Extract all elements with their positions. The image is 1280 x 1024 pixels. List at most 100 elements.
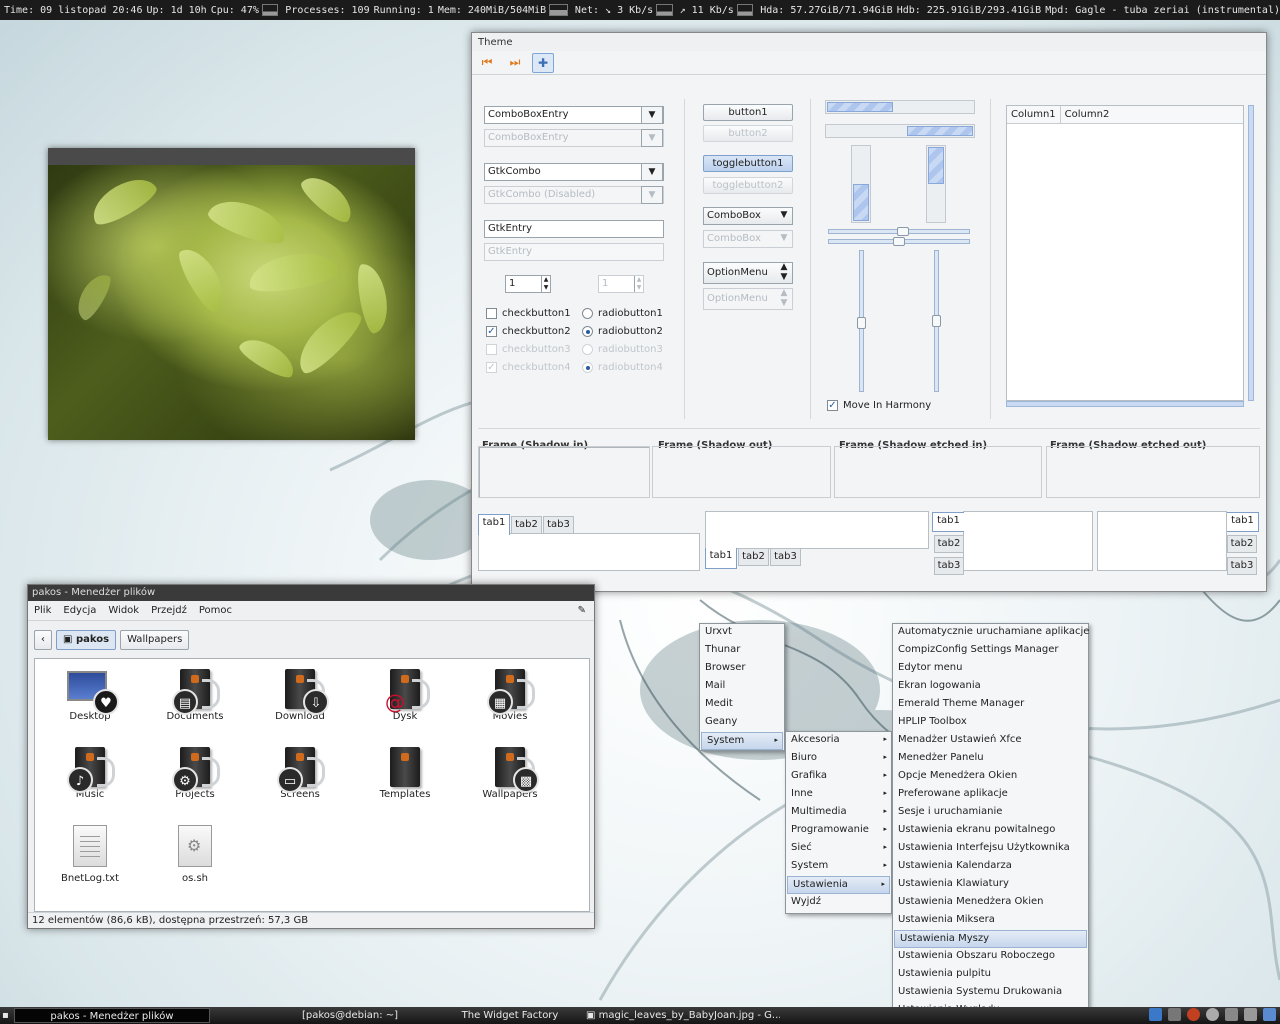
spin-arrows-icon[interactable]: ▲ ▼: [541, 276, 550, 292]
menu-item-settings[interactable]: Automatycznie uruchamiane aplikacje: [893, 624, 1089, 642]
file-item-bnetlog[interactable]: BnetLog.txt: [40, 825, 140, 884]
file-item-dysk[interactable]: @ Dysk: [355, 667, 455, 722]
file-item-screens[interactable]: ▭ Screens: [250, 745, 350, 800]
vscale-2[interactable]: [932, 250, 941, 392]
menu-pomoc[interactable]: Pomoc: [199, 605, 232, 616]
menu-item-settings[interactable]: Ustawienia Obszaru Roboczego: [893, 948, 1088, 966]
tab3[interactable]: tab3: [770, 548, 801, 566]
menu-item-settings[interactable]: Emerald Theme Manager: [893, 696, 1088, 714]
radiobutton2[interactable]: radiobutton2: [582, 326, 663, 337]
plus-icon[interactable]: ✚: [532, 52, 554, 73]
file-manager-titlebar[interactable]: pakos - Menedżer plików: [28, 585, 594, 601]
widget-factory-window[interactable]: Theme ⏮ ⏭ ✚ ComboBoxEntry ▼ ComboBoxEntry…: [471, 32, 1267, 592]
button1[interactable]: button1: [703, 104, 793, 121]
tab1[interactable]: tab1: [1227, 512, 1259, 532]
gtk-entry[interactable]: GtkEntry: [484, 220, 664, 238]
task-widget-factory[interactable]: The Widget Factory: [440, 1008, 580, 1023]
disc-icon[interactable]: [1206, 1008, 1219, 1021]
menu-item-geany[interactable]: Geany: [700, 714, 784, 732]
theme-menu-title[interactable]: Theme: [472, 33, 1266, 51]
hscale-2[interactable]: [828, 237, 970, 246]
menu-item-settings[interactable]: Sesje i uruchamianie: [893, 804, 1088, 822]
menu-item-settings[interactable]: Ustawienia Miksera: [893, 912, 1088, 930]
menu-item-settings[interactable]: Menadżer Ustawień Xfce: [893, 732, 1088, 750]
path-pakos[interactable]: ▣ pakos: [56, 630, 117, 650]
column2-header[interactable]: Column2: [1061, 106, 1114, 123]
image-viewer-window[interactable]: [48, 148, 415, 440]
menu-plik[interactable]: Plik: [34, 605, 51, 616]
menu-item-settings[interactable]: Ustawienia Klawiatury: [893, 876, 1088, 894]
chevron-down-icon[interactable]: ▼: [641, 106, 663, 124]
slider-handle[interactable]: [893, 237, 905, 246]
tab2[interactable]: tab2: [1227, 535, 1257, 553]
menu-item-settings[interactable]: HPLIP Toolbox: [893, 714, 1088, 732]
menu-item-grafika[interactable]: Grafika ▸: [786, 768, 891, 786]
menu-item-wyjdz[interactable]: Wyjdź: [786, 894, 891, 912]
menu-item-thunar[interactable]: Thunar: [700, 642, 784, 660]
tab3[interactable]: tab3: [934, 557, 964, 575]
radio-selected-icon[interactable]: [582, 326, 593, 337]
vertical-scrollbar[interactable]: [1248, 105, 1254, 401]
tree-view[interactable]: Column1 Column2: [1006, 105, 1244, 401]
tab1[interactable]: tab1: [932, 512, 964, 532]
chevron-down-icon[interactable]: ▼: [776, 207, 792, 225]
menu-przejdz[interactable]: Przejdź: [151, 605, 187, 616]
keyboard-icon[interactable]: [1225, 1008, 1238, 1021]
spin-button[interactable]: 1 ▲ ▼: [505, 275, 551, 293]
menu-item-settings[interactable]: Ustawienia Myszy: [894, 930, 1087, 948]
menu-item-settings[interactable]: Ustawienia pulpitu: [893, 966, 1088, 984]
menu-item-settings[interactable]: Ustawienia Kalendarza: [893, 858, 1088, 876]
menu-item-settings[interactable]: Ustawienia Interfejsu Użytkownika: [893, 840, 1088, 858]
vscale-1[interactable]: [857, 250, 866, 392]
menu-item-medit[interactable]: Medit: [700, 696, 784, 714]
file-item-documents[interactable]: ▤ Documents: [145, 667, 245, 722]
file-item-download[interactable]: ⇩ Download: [250, 667, 350, 722]
file-icon-view[interactable]: ♥ Desktop ▤ Documents ⇩ Download @ Dysk …: [34, 658, 590, 912]
menu-item-settings[interactable]: Ustawienia Systemu Drukowania: [893, 984, 1088, 1002]
file-manager-window[interactable]: pakos - Menedżer plików Plik Edycja Wido…: [27, 584, 595, 929]
chevron-down-icon[interactable]: ▼: [641, 163, 663, 181]
desktop-switcher-icon[interactable]: ▪: [0, 1008, 14, 1023]
column1-header[interactable]: Column1: [1007, 106, 1061, 123]
checkbox-checked-icon[interactable]: ✓: [827, 400, 838, 411]
tab1[interactable]: tab1: [478, 514, 510, 535]
tab3[interactable]: tab3: [1227, 557, 1257, 575]
tab3[interactable]: tab3: [543, 516, 574, 534]
move-in-harmony-check[interactable]: ✓ Move In Harmony: [827, 400, 931, 411]
task-file-manager[interactable]: pakos - Menedżer plików: [14, 1008, 210, 1023]
file-item-wallpapers[interactable]: ▩ Wallpapers: [460, 745, 560, 800]
checkbox-checked-icon[interactable]: ✓: [486, 326, 497, 337]
horizontal-scrollbar[interactable]: [1006, 401, 1244, 407]
update-icon[interactable]: [1263, 1008, 1276, 1021]
menu-item-mail[interactable]: Mail: [700, 678, 784, 696]
menu-item-settings[interactable]: Ekran logowania: [893, 678, 1088, 696]
menu-item-siec[interactable]: Sieć ▸: [786, 840, 891, 858]
last-icon[interactable]: ⏭: [504, 53, 526, 73]
radio-icon[interactable]: [582, 308, 593, 319]
menu-item-biuro[interactable]: Biuro ▸: [786, 750, 891, 768]
updown-icon[interactable]: ▲ ▼: [776, 262, 792, 282]
menu-edycja[interactable]: Edycja: [63, 605, 96, 616]
network-icon[interactable]: [1149, 1008, 1162, 1021]
menu-item-settings[interactable]: Preferowane aplikacje: [893, 786, 1088, 804]
menu-item-settings[interactable]: Ustawienia Menedżera Okien: [893, 894, 1088, 912]
menu-item-system-sub[interactable]: System ▸: [786, 858, 891, 876]
file-item-music[interactable]: ♪ Music: [40, 745, 140, 800]
slider-handle[interactable]: [932, 315, 941, 327]
menu-item-settings[interactable]: CompizConfig Settings Manager: [893, 642, 1088, 660]
file-item-os-sh[interactable]: ⚙ os.sh: [145, 825, 245, 884]
task-image-viewer[interactable]: ▣ magic_leaves_by_BabyJoan.jpg - G...: [580, 1008, 780, 1023]
checkbutton2[interactable]: ✓ checkbutton2: [486, 326, 571, 337]
back-button[interactable]: ‹: [34, 630, 52, 650]
menu-item-ustawienia[interactable]: Ustawienia ▸: [787, 876, 890, 894]
menu-widok[interactable]: Widok: [108, 605, 139, 616]
option-menu[interactable]: OptionMenu ▲ ▼: [703, 262, 793, 284]
menu-item-urxvt[interactable]: Urxvt: [700, 624, 784, 642]
combobox[interactable]: ComboBox ▼: [703, 207, 793, 225]
gtkcombo[interactable]: GtkCombo ▼: [484, 163, 664, 181]
menu-item-settings[interactable]: Edytor menu: [893, 660, 1088, 678]
menu-item-settings[interactable]: Ustawienia ekranu powitalnego: [893, 822, 1088, 840]
menu-item-akcesoria[interactable]: Akcesoria ▸: [786, 732, 891, 750]
hscale-1[interactable]: [828, 227, 970, 236]
menu-item-settings[interactable]: Opcje Menedżera Okien: [893, 768, 1088, 786]
